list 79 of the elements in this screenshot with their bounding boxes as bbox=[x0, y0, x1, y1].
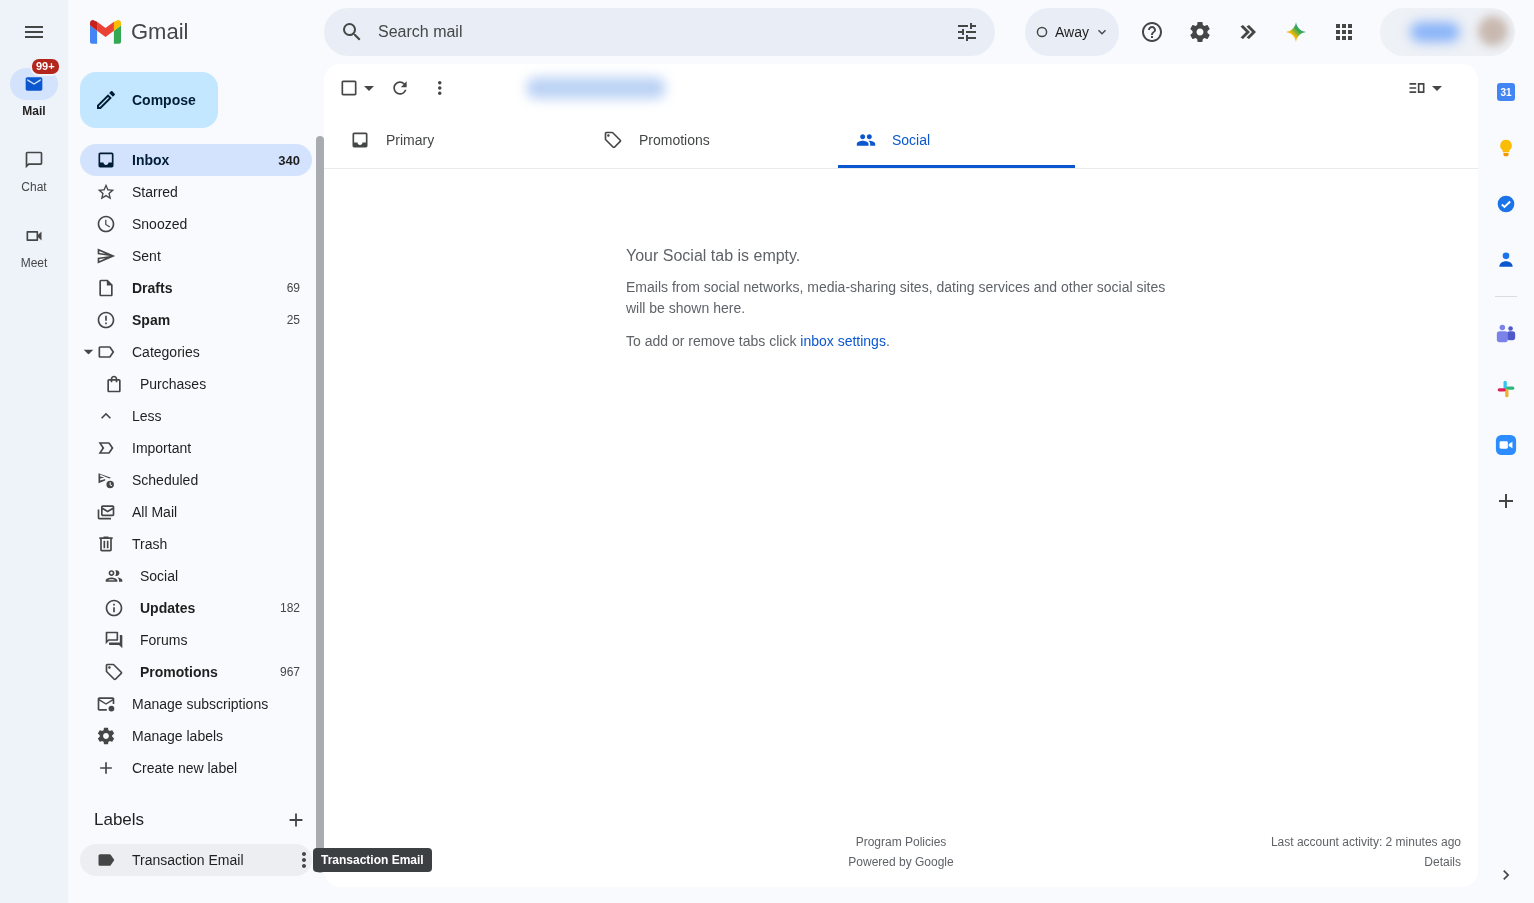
calendar-button[interactable]: 31 bbox=[1486, 72, 1526, 112]
caret-icon[interactable] bbox=[83, 349, 94, 355]
pencil-icon bbox=[94, 88, 118, 112]
tab[interactable]: Promotions bbox=[585, 112, 822, 168]
nav-item[interactable]: Purchases bbox=[80, 368, 312, 400]
inbox-icon bbox=[350, 130, 370, 150]
search-field[interactable]: Search mail bbox=[324, 8, 995, 56]
alert-icon bbox=[96, 310, 116, 330]
star-icon bbox=[96, 182, 116, 202]
info-icon bbox=[104, 598, 124, 618]
chat-icon bbox=[24, 150, 44, 170]
unread-badge: 99+ bbox=[30, 57, 61, 76]
tag-icon bbox=[104, 662, 124, 682]
policies-link[interactable]: Program Policies bbox=[855, 832, 947, 852]
inbox-settings-link[interactable]: inbox settings bbox=[800, 333, 886, 349]
file-icon bbox=[96, 278, 116, 298]
tab[interactable]: Primary bbox=[332, 112, 569, 168]
send-icon bbox=[96, 246, 116, 266]
trash-icon bbox=[96, 534, 116, 554]
nav-item[interactable]: Snoozed bbox=[80, 208, 312, 240]
mail-icon bbox=[24, 74, 44, 94]
settings-hint: To add or remove tabs click inbox settings. bbox=[626, 332, 891, 351]
nav-item[interactable]: Social bbox=[80, 560, 312, 592]
nav-item[interactable]: Promotions 967 bbox=[80, 656, 312, 688]
settings-icon bbox=[1188, 20, 1212, 44]
envelope-icon bbox=[96, 694, 116, 714]
activity-text: Last account activity: 2 minutes ago bbox=[1270, 834, 1461, 851]
hash-icon bbox=[1496, 379, 1516, 399]
nav-item[interactable]: Forums bbox=[80, 624, 312, 656]
nav-item[interactable]: Starred bbox=[80, 176, 312, 208]
rail-item[interactable]: Meet bbox=[4, 208, 64, 284]
all-mail-icon bbox=[96, 502, 116, 522]
nav-item[interactable]: Inbox 340 bbox=[80, 144, 312, 176]
check-circle-icon bbox=[1496, 194, 1516, 214]
status-button[interactable]: Away bbox=[1025, 8, 1119, 56]
bag-icon bbox=[104, 374, 124, 394]
nav-item[interactable]: Spam 25 bbox=[80, 304, 312, 336]
rail-item[interactable]: Chat bbox=[4, 132, 64, 208]
caret-icon bbox=[363, 85, 374, 91]
caret-icon bbox=[1431, 85, 1442, 91]
more-icon bbox=[438, 81, 442, 95]
nav-item[interactable]: Manage labels bbox=[80, 720, 312, 752]
nav-item[interactable]: Manage subscriptions bbox=[80, 688, 312, 720]
tooltip: Transaction Email bbox=[313, 848, 432, 872]
nav-item[interactable]: Categories bbox=[80, 336, 312, 368]
nav-item[interactable]: Scheduled bbox=[80, 464, 312, 496]
help-icon bbox=[1140, 20, 1164, 44]
nav-item[interactable]: All Mail bbox=[80, 496, 312, 528]
filter-icon[interactable] bbox=[955, 20, 979, 44]
section-title: Labels bbox=[94, 810, 145, 830]
people-group-icon bbox=[1495, 322, 1517, 344]
label-item[interactable]: Transaction Email bbox=[80, 844, 312, 876]
calendar-icon: 31 bbox=[1497, 83, 1515, 101]
nav-item[interactable]: Create new label bbox=[80, 752, 312, 784]
compose-button[interactable]: Compose bbox=[80, 72, 218, 128]
nav-item[interactable]: Trash bbox=[80, 528, 312, 560]
gear-icon bbox=[96, 726, 116, 746]
clock-icon bbox=[96, 214, 116, 234]
nav-item[interactable]: Less bbox=[80, 400, 312, 432]
status-ring-icon bbox=[1034, 24, 1050, 40]
nav-item[interactable]: Updates 182 bbox=[80, 592, 312, 624]
nav-item[interactable]: Important bbox=[80, 432, 312, 464]
tag-icon bbox=[603, 130, 623, 150]
inbox-icon bbox=[96, 150, 116, 170]
rail-item[interactable]: 99+ Mail bbox=[4, 56, 64, 132]
product-name: Gmail bbox=[131, 19, 189, 45]
empty-message: Emails from social networks, media-sharing sites, dating services and other social sites will be shown here. bbox=[626, 278, 1167, 318]
powered-by-text: Powered by Google bbox=[848, 854, 954, 871]
person-icon bbox=[1496, 250, 1516, 270]
more-icon[interactable] bbox=[302, 852, 306, 868]
nav-item[interactable]: Sent bbox=[80, 240, 312, 272]
tab[interactable]: Social bbox=[838, 112, 1075, 168]
logo-icon bbox=[90, 20, 121, 44]
refresh-icon bbox=[390, 78, 410, 98]
empty-title: Your Social tab is empty. bbox=[626, 247, 802, 265]
details-link[interactable]: Details bbox=[1424, 852, 1461, 872]
video-icon bbox=[1495, 434, 1517, 456]
nav-item[interactable]: Drafts 69 bbox=[80, 272, 312, 304]
forum-icon bbox=[104, 630, 124, 650]
